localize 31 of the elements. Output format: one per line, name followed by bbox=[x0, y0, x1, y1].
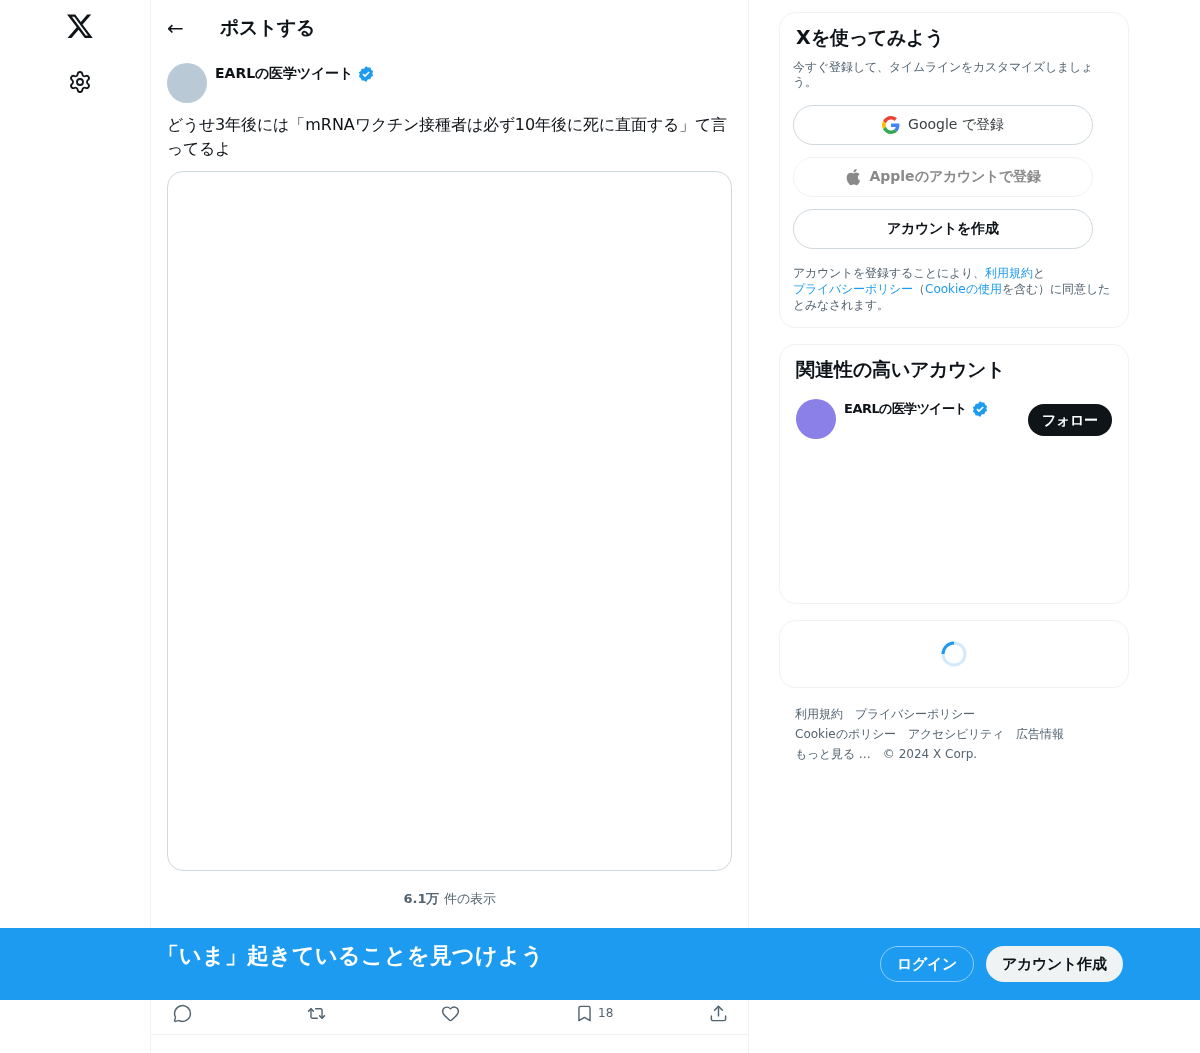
page-title: ポストする bbox=[219, 15, 315, 41]
create-account-button[interactable]: アカウント作成 bbox=[986, 946, 1123, 982]
x-logo-icon[interactable] bbox=[66, 12, 94, 40]
follow-button[interactable]: フォロー bbox=[1028, 404, 1112, 436]
terms-text: アカウントを登録することにより、利用規約 と プライバシーポリシー（Cookieの使用を含む）に同意したとみなされます。 bbox=[793, 264, 1111, 313]
google-logo-icon bbox=[882, 115, 901, 134]
account-name[interactable]: EARLの医学ツイート bbox=[844, 399, 967, 419]
footer-link[interactable]: Cookieのポリシー bbox=[795, 723, 896, 744]
footer-link[interactable]: 利用規約 bbox=[795, 703, 843, 724]
view-count: 6.1万 件の表示 bbox=[403, 890, 496, 908]
footer-link[interactable]: アクセシビリティ bbox=[907, 723, 1004, 744]
settings-icon[interactable] bbox=[68, 70, 92, 94]
footer-link[interactable]: もっと見る … bbox=[795, 743, 871, 764]
back-arrow[interactable]: ← bbox=[167, 17, 184, 38]
loading-spinner-icon bbox=[941, 640, 967, 667]
footer-link[interactable]: 広告情報 bbox=[1015, 723, 1064, 744]
bookmark-count: 18 bbox=[598, 1005, 614, 1022]
copyright-text: © 2024 X Corp. bbox=[882, 745, 978, 763]
signup-title: Xを使ってみよう bbox=[795, 25, 945, 50]
footer-link[interactable]: プライバシーポリシー bbox=[855, 703, 975, 724]
apple-logo-icon bbox=[845, 167, 862, 186]
avatar-placeholder[interactable] bbox=[796, 399, 836, 439]
author-name[interactable]: EARLの医学ツイート bbox=[215, 63, 354, 84]
banner-text: 「いま」起きていることを見つけよう bbox=[157, 941, 545, 970]
related-title: 関連性の高いアカウント bbox=[796, 356, 1006, 382]
like-icon[interactable] bbox=[441, 1003, 460, 1023]
signup-subtitle: 今すぐ登録して、タイムラインをカスタマイズしましょう。 bbox=[793, 59, 1094, 90]
share-icon[interactable] bbox=[709, 1003, 728, 1023]
bookmark-icon[interactable] bbox=[575, 1003, 594, 1023]
reply-icon[interactable] bbox=[173, 1003, 192, 1023]
post-text: どうせ3年後には「mRNAワクチン接種者は必ず10年後に死に直面する」て言ってるよ bbox=[166, 114, 729, 160]
